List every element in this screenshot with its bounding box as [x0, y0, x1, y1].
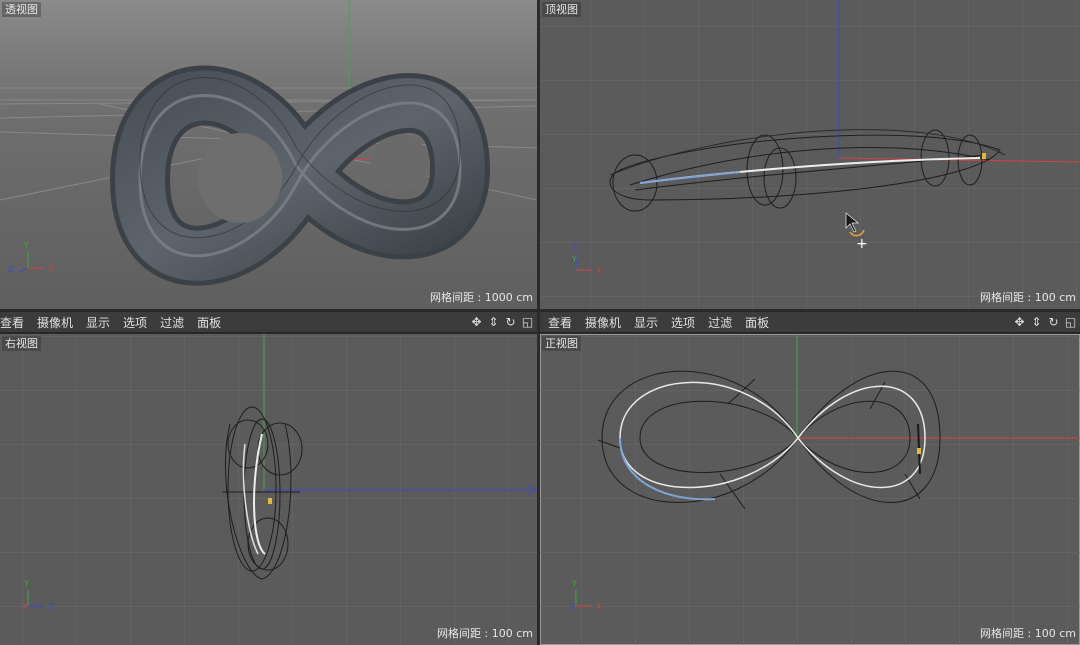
top-scene: + Z Y X: [540, 0, 1080, 309]
top-viewport[interactable]: + Z Y X 顶视图 网格间距 : 100 cm: [540, 0, 1080, 309]
perspective-viewport[interactable]: Y X Z 透视图 网格间距 : 1000 cm: [0, 0, 537, 309]
right-scene: Y X Z: [0, 334, 537, 645]
viewport-menubar-right: 查看 摄像机 显示 选项 过滤 面板 ✥ ⇕ ↻ ◱: [540, 311, 1080, 333]
toggle-layout-icon[interactable]: ◱: [520, 314, 535, 330]
axis-z-label: Z: [48, 602, 54, 611]
axis-x-label: X: [22, 602, 28, 611]
dolly-view-icon[interactable]: ⇕: [1029, 314, 1044, 330]
front-grid: [540, 334, 1080, 645]
axis-y-label: Y: [23, 241, 29, 250]
menu-camera[interactable]: 摄像机: [37, 314, 73, 331]
grid-spacing-label: 网格间距 : 1000 cm: [430, 291, 533, 304]
menu-view[interactable]: 查看: [548, 314, 572, 331]
axis-z-label: Z: [570, 602, 576, 611]
menu-options[interactable]: 选项: [671, 314, 695, 331]
viewport-title: 透视图: [2, 2, 41, 17]
right-viewport[interactable]: Y X Z 右视图 网格间距 : 100 cm: [0, 334, 537, 645]
menu-display[interactable]: 显示: [634, 314, 658, 331]
toggle-layout-icon[interactable]: ◱: [1063, 314, 1078, 330]
menu-panel[interactable]: 面板: [745, 314, 769, 331]
axis-y-label: Y: [571, 255, 577, 264]
rotate-view-icon[interactable]: ↻: [503, 314, 518, 330]
viewport-title: 正视图: [542, 336, 581, 351]
viewport-title: 右视图: [2, 336, 41, 351]
menu-view[interactable]: 查看: [0, 314, 24, 331]
menu-options[interactable]: 选项: [123, 314, 147, 331]
axis-z-label: Z: [572, 243, 578, 252]
cinema4d-viewport-layout: Y X Z 透视图 网格间距 : 1000 cm + Z Y X 顶视图 网格间…: [0, 0, 1080, 645]
front-scene: Y X Z: [540, 334, 1080, 645]
axis-y-label: Y: [23, 579, 29, 588]
menu-filter[interactable]: 过滤: [160, 314, 184, 331]
grid-spacing-label: 网格间距 : 100 cm: [980, 627, 1076, 640]
axis-x-label: X: [596, 602, 602, 611]
move-view-icon[interactable]: ✥: [469, 314, 484, 330]
menu-camera[interactable]: 摄像机: [585, 314, 621, 331]
viewport-title: 顶视图: [542, 2, 581, 17]
grid-spacing-label: 网格间距 : 100 cm: [980, 291, 1076, 304]
menu-display[interactable]: 显示: [86, 314, 110, 331]
viewport-menubar-left: 查看 摄像机 显示 选项 过滤 面板 ✥ ⇕ ↻ ◱: [0, 311, 537, 333]
axis-z-label: Z: [8, 265, 14, 274]
axis-x-label: X: [48, 264, 54, 273]
perspective-scene: Y X Z: [0, 0, 537, 309]
top-grid: [540, 0, 1080, 309]
axis-x-label: X: [596, 266, 602, 275]
move-view-icon[interactable]: ✥: [1012, 314, 1027, 330]
dolly-view-icon[interactable]: ⇕: [486, 314, 501, 330]
front-viewport[interactable]: Y X Z 正视图 网格间距 : 100 cm: [540, 334, 1080, 645]
svg-text:+: +: [856, 236, 868, 252]
menu-filter[interactable]: 过滤: [708, 314, 732, 331]
menu-panel[interactable]: 面板: [197, 314, 221, 331]
grid-spacing-label: 网格间距 : 100 cm: [437, 627, 533, 640]
axis-y-label: Y: [571, 579, 577, 588]
rotate-view-icon[interactable]: ↻: [1046, 314, 1061, 330]
